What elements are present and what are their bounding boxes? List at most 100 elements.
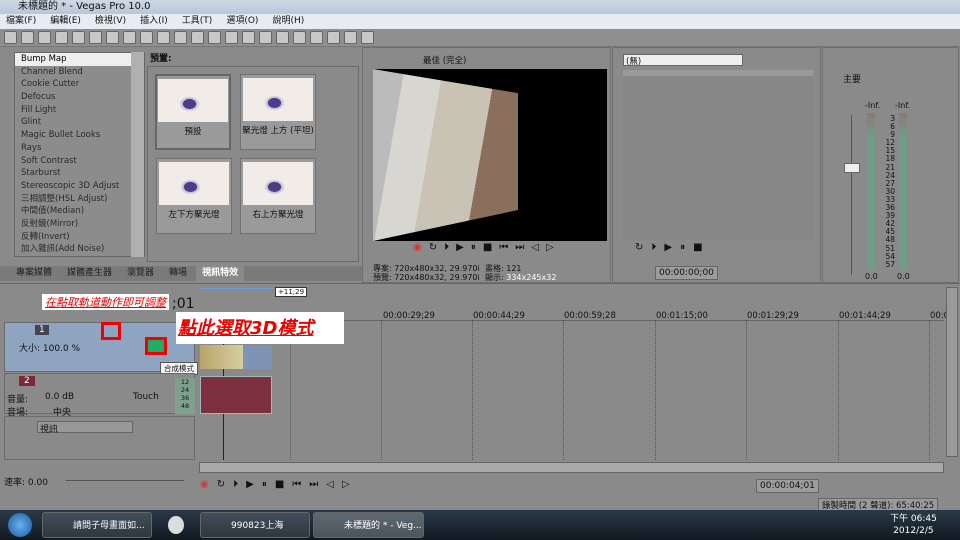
tab-transitions[interactable]: 轉場 <box>163 266 193 281</box>
audio-event[interactable] <box>200 376 272 414</box>
play-from-start-icon[interactable]: ⏵ <box>651 242 656 253</box>
loop-icon[interactable]: ↻ <box>635 242 643 253</box>
taskbar-chrome[interactable]: 請問子母畫面如... <box>42 512 152 538</box>
go-start-icon[interactable]: ⏮ <box>292 479 301 490</box>
list-item[interactable]: Soft Contrast <box>15 155 144 168</box>
snap-icon[interactable] <box>191 31 204 44</box>
compositing-mode-button[interactable] <box>145 337 167 355</box>
prev-frame-icon[interactable]: ◁ <box>531 242 539 253</box>
timeline-vertical-scrollbar[interactable] <box>946 287 958 457</box>
ripple-icon[interactable] <box>225 31 238 44</box>
taskbar-folder[interactable]: 990823上海 <box>200 512 310 538</box>
record-icon[interactable]: ◉ <box>200 479 209 490</box>
video-event[interactable] <box>200 345 272 369</box>
redo-icon[interactable] <box>174 31 187 44</box>
record-icon[interactable]: ◉ <box>413 242 422 253</box>
auto-crossfade-icon[interactable] <box>208 31 221 44</box>
paste-icon[interactable] <box>140 31 153 44</box>
list-item[interactable]: Rays <box>15 142 144 155</box>
master-fader[interactable] <box>844 115 861 275</box>
list-item[interactable]: Defocus <box>15 91 144 104</box>
pause-icon[interactable]: ⏸ <box>262 479 267 490</box>
normal-edit-icon[interactable] <box>276 31 289 44</box>
stop-icon[interactable]: ■ <box>483 242 492 253</box>
tab-media-generators[interactable]: 媒體產生器 <box>61 266 118 281</box>
loop-icon[interactable]: ↻ <box>217 479 225 490</box>
trimmer-dropdown[interactable]: (無) <box>623 54 743 67</box>
pause-icon[interactable]: ⏸ <box>680 242 685 253</box>
track-header-audio-2[interactable]: 2 音量: 0.0 dB Touch 音場: 中央 12 24 36 48 <box>4 373 195 418</box>
save-icon[interactable] <box>38 31 51 44</box>
open-icon[interactable] <box>21 31 34 44</box>
properties-icon[interactable] <box>89 31 102 44</box>
next-frame-icon[interactable]: ▷ <box>546 242 554 253</box>
timeline-horizontal-scrollbar[interactable] <box>199 462 944 473</box>
new-icon[interactable] <box>4 31 17 44</box>
preview-quality-dropdown[interactable]: 最佳 (完全) <box>423 54 466 66</box>
preset-default[interactable]: 預設 <box>155 74 231 150</box>
list-item[interactable]: 中間值(Median) <box>15 205 144 218</box>
list-item[interactable]: Channel Blend <box>15 66 144 79</box>
list-item[interactable]: Stereoscopic 3D Adjust <box>15 180 144 193</box>
pause-icon[interactable]: ⏸ <box>471 242 476 253</box>
list-item[interactable]: Starburst <box>15 167 144 180</box>
loop-icon[interactable]: ↻ <box>429 242 437 253</box>
stop-icon[interactable]: ■ <box>275 479 284 490</box>
video-fx-list[interactable]: Bump Map Channel Blend Cookie Cutter Def… <box>14 52 145 257</box>
list-item[interactable]: 反射鏡(Mirror) <box>15 218 144 231</box>
help-icon[interactable] <box>361 31 374 44</box>
play-icon[interactable]: ▶ <box>456 242 464 253</box>
menu-options[interactable]: 選項(O) <box>226 14 258 29</box>
clock[interactable]: 下午 06:45 2012/2/5 <box>890 513 937 537</box>
tab-explorer[interactable]: 瀏覽器 <box>121 266 160 281</box>
list-item[interactable]: 加入雜訊(Add Noise) <box>15 243 144 256</box>
brush-icon[interactable] <box>344 31 357 44</box>
zoom-icon[interactable] <box>327 31 340 44</box>
preset-spotlight-top[interactable]: 聚光燈 上方 (平坦) <box>240 74 316 150</box>
track-header-video-3[interactable]: 視訊 <box>4 416 195 460</box>
opera-icon[interactable] <box>168 516 184 534</box>
start-button[interactable] <box>8 513 32 537</box>
list-item[interactable]: 三相調整(HSL Adjust) <box>15 193 144 206</box>
preset-spotlight-bottom-left[interactable]: 左下方聚光燈 <box>156 158 232 234</box>
list-item[interactable]: Cookie Cutter <box>15 78 144 91</box>
stop-icon[interactable]: ■ <box>693 242 702 253</box>
preset-spotlight-top-right[interactable]: 右上方聚光燈 <box>240 158 316 234</box>
go-end-icon[interactable]: ⏭ <box>309 479 318 490</box>
envelope-edit-icon[interactable] <box>293 31 306 44</box>
menu-insert[interactable]: 插入(I) <box>140 14 168 29</box>
ignore-grouping-icon[interactable] <box>259 31 272 44</box>
list-item[interactable]: Fill Light <box>15 104 144 117</box>
taskbar-vegas[interactable]: 未標題的 * - Veg... <box>313 512 424 538</box>
list-item[interactable]: 反轉(Invert) <box>15 231 144 244</box>
selection-edit-icon[interactable] <box>310 31 323 44</box>
cut-icon[interactable] <box>106 31 119 44</box>
list-item[interactable]: Bump Map <box>15 53 136 66</box>
save-as-icon[interactable] <box>55 31 68 44</box>
fx-list-scrollbar[interactable] <box>131 52 144 257</box>
menu-tools[interactable]: 工具(T) <box>182 14 213 29</box>
lock-envelopes-icon[interactable] <box>242 31 255 44</box>
menu-file[interactable]: 檔案(F) <box>6 14 36 29</box>
list-item[interactable]: Magic Bullet Looks <box>15 129 144 142</box>
menu-help[interactable]: 說明(H) <box>272 14 304 29</box>
play-icon[interactable]: ▶ <box>246 479 254 490</box>
list-item[interactable]: Glint <box>15 116 144 129</box>
copy-icon[interactable] <box>123 31 136 44</box>
go-start-icon[interactable]: ⏮ <box>499 242 508 253</box>
play-icon[interactable]: ▶ <box>664 242 672 253</box>
play-from-start-icon[interactable]: ⏵ <box>233 479 238 490</box>
play-from-start-icon[interactable]: ⏵ <box>444 242 449 253</box>
track-name-field[interactable]: 視訊 <box>37 421 133 435</box>
go-end-icon[interactable]: ⏭ <box>515 242 524 253</box>
undo-icon[interactable] <box>157 31 170 44</box>
tab-video-fx[interactable]: 視訊特效 <box>196 266 245 281</box>
render-icon[interactable] <box>72 31 85 44</box>
menu-view[interactable]: 檢視(V) <box>95 14 126 29</box>
automation-mode-dropdown[interactable]: Touch <box>133 392 159 402</box>
tab-project-media[interactable]: 專案媒體 <box>10 266 58 281</box>
next-frame-icon[interactable]: ▷ <box>342 479 350 490</box>
prev-frame-icon[interactable]: ◁ <box>326 479 334 490</box>
rate-slider[interactable] <box>66 480 184 481</box>
track-motion-button[interactable] <box>101 322 121 340</box>
